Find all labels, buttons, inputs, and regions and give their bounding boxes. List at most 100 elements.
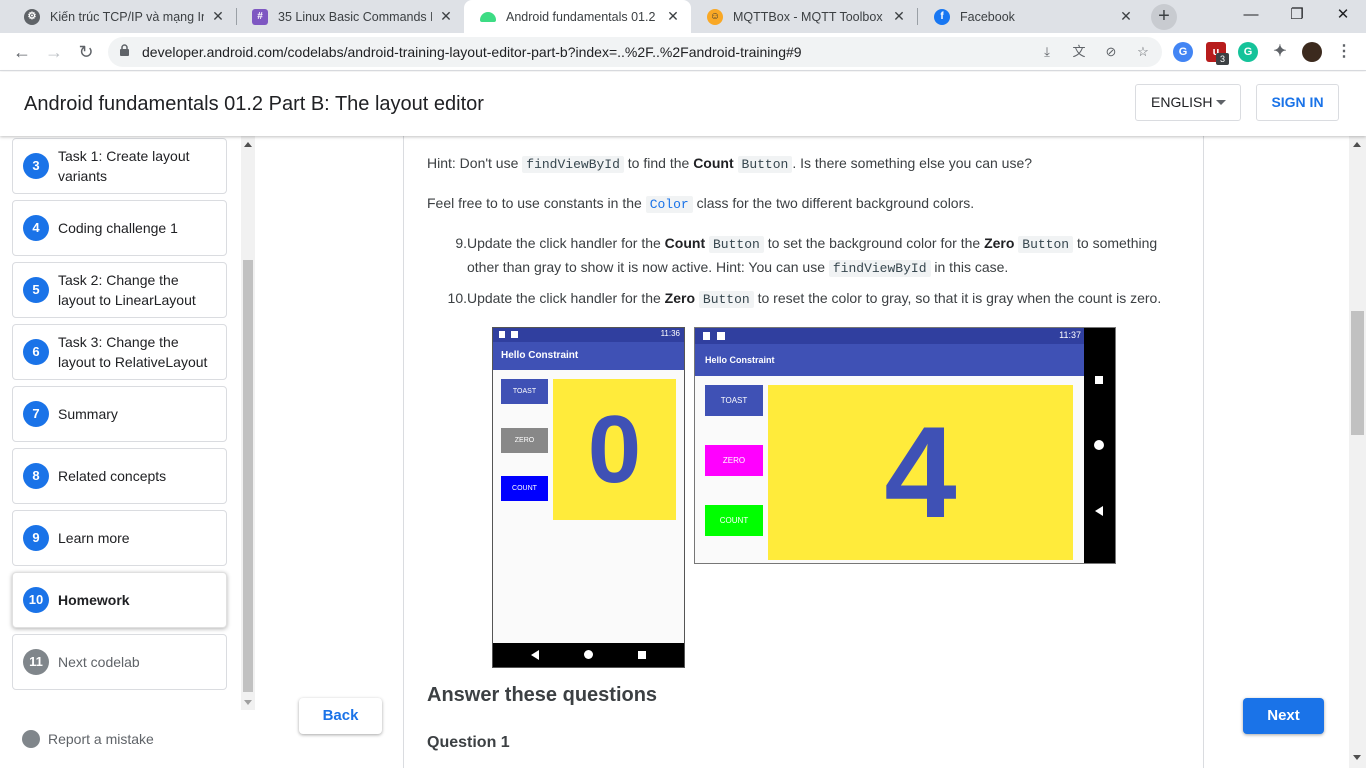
code-button: Button: [709, 236, 764, 253]
tab-strip: ⚙ Kiến trúc TCP/IP và mạng Intra ✕ # 35 …: [0, 0, 1366, 33]
scroll-up-icon[interactable]: [1353, 142, 1361, 147]
step-number: 5: [23, 277, 49, 303]
new-tab-button[interactable]: +: [1151, 4, 1177, 30]
back-arrow-icon[interactable]: ←: [9, 39, 35, 65]
close-icon[interactable]: ✕: [1118, 8, 1134, 25]
step-label: Task 1: Create layout variants: [58, 148, 190, 184]
step-number: 8: [23, 463, 49, 489]
bold-count: Count: [664, 235, 706, 251]
list-number: 9.: [455, 235, 467, 251]
step-3[interactable]: 3 Task 1: Create layout variants: [12, 138, 227, 194]
step-number: 4: [23, 215, 49, 241]
tab-mqttbox[interactable]: ☺ MQTTBox - MQTT Toolbox by ✕: [691, 0, 917, 33]
step-6[interactable]: 6 Task 3: Change the layout to RelativeL…: [12, 324, 227, 380]
report-label: Report a mistake: [48, 731, 154, 747]
minimize-button[interactable]: —: [1228, 0, 1274, 30]
code-findviewbyid: findViewById: [522, 156, 624, 173]
notification-icon: [511, 331, 518, 338]
app-bar-title: Hello Constraint: [695, 344, 1085, 376]
close-icon[interactable]: ✕: [891, 8, 907, 25]
translate-icon[interactable]: 文: [1070, 43, 1088, 61]
list-item-9-line2: other than gray to show it is now active…: [467, 255, 1008, 281]
google-translate-icon[interactable]: G: [1173, 42, 1193, 62]
step-label: Task 2: Change the layout to LinearLayou…: [58, 272, 196, 308]
step-11[interactable]: 11 Next codelab: [12, 634, 227, 690]
step-number: 9: [23, 525, 49, 551]
text: other than gray to show it is now active…: [467, 259, 829, 275]
tab-title: Android fundamentals 01.2 Pa: [506, 9, 659, 24]
page-scrollbar[interactable]: [1349, 136, 1366, 768]
home-circle-icon: [1094, 440, 1104, 450]
star-icon[interactable]: ☆: [1134, 43, 1152, 61]
text: Update the click handler for the: [467, 235, 665, 251]
bold-count: Count: [693, 155, 734, 171]
scroll-up-icon[interactable]: [244, 142, 252, 147]
close-window-button[interactable]: ✕: [1320, 0, 1366, 30]
tab-tcpip[interactable]: ⚙ Kiến trúc TCP/IP và mạng Intra ✕: [8, 0, 236, 33]
clock: 11:36: [660, 329, 680, 338]
bold-zero: Zero: [984, 235, 1015, 251]
question-1-heading: Question 1: [427, 734, 510, 751]
status-bar: 11:37: [695, 328, 1085, 344]
text: class for the two different background c…: [692, 195, 975, 211]
sidebar-scroll-thumb[interactable]: [243, 260, 253, 692]
eye-off-icon[interactable]: ⊘: [1102, 43, 1120, 61]
notification-icon: [703, 332, 710, 340]
notification-icon: [499, 331, 505, 338]
home-circle-icon: [584, 650, 593, 659]
cogwheel-icon: ⚙: [24, 8, 40, 25]
reload-icon[interactable]: ↻: [73, 39, 99, 65]
caret-down-icon: [1216, 100, 1226, 105]
phone-screenshot-portrait: 11:36 Hello Constraint TOAST ZERO COUNT …: [492, 327, 685, 668]
close-icon[interactable]: ✕: [210, 8, 226, 25]
tab-linux-commands[interactable]: # 35 Linux Basic Commands Ever ✕: [236, 0, 464, 33]
browser-toolbar: ← → ↻ developer.android.com/codelabs/and…: [0, 33, 1366, 71]
tab-android-fundamentals[interactable]: Android fundamentals 01.2 Pa ✕: [464, 0, 691, 33]
status-bar: 11:36: [493, 328, 684, 342]
count-button: COUNT: [501, 476, 548, 501]
close-icon[interactable]: ✕: [438, 8, 454, 25]
address-bar[interactable]: developer.android.com/codelabs/android-t…: [108, 37, 1162, 67]
step-number: 3: [23, 153, 49, 179]
restore-button[interactable]: ❐: [1274, 0, 1320, 30]
close-icon[interactable]: ✕: [665, 8, 681, 25]
code-button: Button: [698, 291, 754, 308]
language-select[interactable]: ENGLISH: [1135, 84, 1241, 121]
count-button: COUNT: [705, 505, 763, 536]
color-class-link[interactable]: Color: [645, 196, 693, 213]
step-5[interactable]: 5 Task 2: Change the layout to LinearLay…: [12, 262, 227, 318]
menu-icon[interactable]: ⋮: [1334, 42, 1354, 62]
step-7[interactable]: 7 Summary: [12, 386, 227, 442]
nav-bar: [493, 643, 684, 667]
sign-in-button[interactable]: SIGN IN: [1256, 84, 1339, 121]
step-4[interactable]: 4 Coding challenge 1: [12, 200, 227, 256]
install-icon[interactable]: ⤓: [1038, 43, 1056, 61]
step-number: 11: [23, 649, 49, 675]
text: Hint: Don't use: [427, 155, 523, 171]
step-label: Summary: [58, 406, 118, 422]
back-button[interactable]: Back: [299, 698, 382, 734]
sidebar-scrollbar[interactable]: [241, 136, 255, 710]
answer-questions-heading: Answer these questions: [427, 684, 658, 706]
step-10-current[interactable]: 10 Homework: [12, 572, 227, 628]
tab-facebook[interactable]: f Facebook ✕: [918, 0, 1144, 33]
color-paragraph: Feel free to to use constants in the Col…: [427, 191, 974, 217]
tab-title: 35 Linux Basic Commands Ever: [278, 9, 432, 24]
code-button: Button: [737, 156, 793, 173]
forward-arrow-icon[interactable]: →: [41, 39, 67, 65]
scroll-down-icon[interactable]: [244, 700, 252, 705]
scroll-down-icon[interactable]: [1353, 755, 1361, 760]
avatar[interactable]: [1302, 42, 1322, 62]
list-item-9: Update the click handler for the Count B…: [467, 231, 1157, 257]
step-label: Task 3: Change the layout to RelativeLay…: [58, 334, 208, 370]
recents-square-icon: [1095, 376, 1103, 384]
step-8[interactable]: 8 Related concepts: [12, 448, 227, 504]
next-button[interactable]: Next: [1243, 698, 1324, 734]
grammarly-icon[interactable]: G: [1238, 42, 1258, 62]
count-display: 4: [768, 385, 1073, 560]
steps-sidebar: 3 Task 1: Create layout variants 4 Codin…: [0, 136, 256, 768]
page-scroll-thumb[interactable]: [1351, 311, 1364, 435]
step-9[interactable]: 9 Learn more: [12, 510, 227, 566]
puzzle-icon[interactable]: ✦: [1270, 42, 1290, 62]
report-mistake-link[interactable]: Report a mistake: [22, 730, 154, 748]
